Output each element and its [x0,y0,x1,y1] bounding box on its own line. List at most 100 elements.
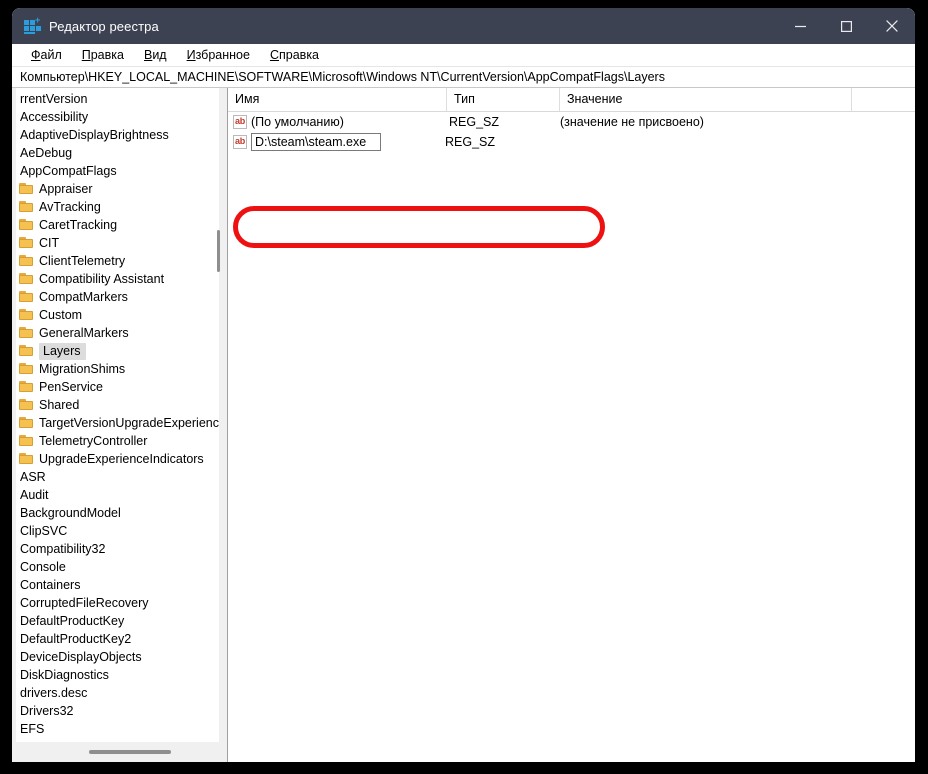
tree-item[interactable]: ASR [16,468,219,486]
registry-tree-list: rrentVersion Accessibility AdaptiveDisplay… [16,90,219,738]
tree-item[interactable]: Audit [16,486,219,504]
folder-icon [19,255,34,267]
folder-icon [19,237,34,249]
folder-icon [19,399,34,411]
tree-item[interactable]: DiskDiagnostics [16,666,219,684]
tree-item[interactable]: GeneralMarkers [16,324,219,342]
tree-item-label: UpgradeExperienceIndicators [39,451,204,466]
tree-item[interactable]: AvTracking [16,198,219,216]
menu-file-label: айл [40,48,62,62]
tree-item-label: EFS [20,721,45,736]
tree-item[interactable]: Custom [16,306,219,324]
tree-item[interactable]: Compatibility Assistant [16,270,219,288]
main-content: rrentVersion Accessibility AdaptiveDisplay… [12,88,915,762]
tree-item[interactable]: AeDebug [16,144,219,162]
tree-item[interactable]: Shared [16,396,219,414]
tree-item[interactable]: TargetVersionUpgradeExperienceIn [16,414,219,432]
tree-item[interactable]: AdaptiveDisplayBrightness [16,126,219,144]
string-value-icon: ab [233,115,247,129]
tree-horizontal-scrollbar[interactable] [16,745,219,759]
tree-item-label: drivers.desc [20,685,88,700]
registry-tree[interactable]: rrentVersion Accessibility AdaptiveDisplay… [16,88,219,742]
tree-item[interactable]: Accessibility [16,108,219,126]
minimize-button[interactable] [777,8,823,44]
menu-help[interactable]: Справка [260,48,329,62]
tree-item-label: Console [20,559,66,574]
close-button[interactable] [869,8,915,44]
tree-item[interactable]: PenService [16,378,219,396]
tree-item[interactable]: Layers [16,342,219,360]
menu-file-accel: Ф [31,48,41,62]
value-name-cell: (По умолчанию) [251,115,344,129]
tree-item[interactable]: drivers.desc [16,684,219,702]
registry-editor-window: + Редактор реестра Файл Правка Вид Избра… [12,8,915,762]
tree-vertical-scrollbar-thumb[interactable] [217,230,220,272]
column-header-extra[interactable] [852,88,912,111]
folder-icon [19,417,34,429]
tree-item[interactable]: Appraiser [16,180,219,198]
tree-item-label: AeDebug [20,145,73,160]
menu-edit[interactable]: Правка [72,48,134,62]
maximize-button[interactable] [823,8,869,44]
tree-item[interactable]: ClientTelemetry [16,252,219,270]
tree-item[interactable]: CIT [16,234,219,252]
tree-item[interactable]: ClipSVC [16,522,219,540]
tree-item-label: CompatMarkers [39,289,128,304]
tree-item[interactable]: AppCompatFlags [16,162,219,180]
menu-favorites-accel: И [186,48,196,62]
tree-horizontal-scrollbar-thumb[interactable] [89,750,171,754]
registry-values-list: ab (По умолчанию) REG_SZ (значение не присв… [228,112,915,152]
tree-item-label: Custom [39,307,83,322]
menu-file[interactable]: Файл [21,48,72,62]
tree-vertical-scrollbar[interactable] [215,88,223,742]
tree-item-label: Layers [39,342,86,360]
address-bar[interactable]: Компьютер\HKEY_LOCAL_MACHINE\SOFTWARE\Mi… [12,67,915,88]
value-row[interactable]: ab (По умолчанию) REG_SZ (значение не присв… [228,112,915,132]
tree-item-label: DiskDiagnostics [20,667,109,682]
folder-icon [19,381,34,393]
folder-icon [19,183,34,195]
tree-item-label: Shared [39,397,80,412]
column-header-value[interactable]: Значение [560,88,852,111]
value-type-cell: REG_SZ [449,115,500,129]
folder-icon [19,327,34,339]
tree-item[interactable]: Compatibility32 [16,540,219,558]
tree-item-label: ClipSVC [20,523,68,538]
tree-item-label: DefaultProductKey [20,613,125,628]
tree-item[interactable]: DefaultProductKey2 [16,630,219,648]
tree-item-label: AdaptiveDisplayBrightness [20,127,169,142]
tree-item[interactable]: DefaultProductKey [16,612,219,630]
tree-item[interactable]: Console [16,558,219,576]
tree-item-label: DeviceDisplayObjects [20,649,142,664]
folder-icon [19,363,34,375]
tree-item[interactable]: CorruptedFileRecovery [16,594,219,612]
menu-favorites-label: збранное [195,48,250,62]
column-header-type[interactable]: Тип [447,88,560,111]
tree-item-label: Containers [20,577,81,592]
tree-item[interactable]: BackgroundModel [16,504,219,522]
value-name-edit-input[interactable] [251,133,381,151]
value-row[interactable]: ab REG_SZ [228,132,915,152]
folder-icon [19,291,34,303]
tree-item[interactable]: TelemetryController [16,432,219,450]
tree-item[interactable]: EFS [16,720,219,738]
tree-item[interactable]: Containers [16,576,219,594]
tree-item[interactable]: Drivers32 [16,702,219,720]
column-header-name[interactable]: Имя [228,88,447,111]
menu-view[interactable]: Вид [134,48,177,62]
menu-view-label: ид [152,48,167,62]
tree-item-label: MigrationShims [39,361,126,376]
folder-icon [19,219,34,231]
tree-item[interactable]: CompatMarkers [16,288,219,306]
menu-help-accel: С [269,48,279,62]
menu-favorites[interactable]: Избранное [177,48,260,62]
tree-item[interactable]: MigrationShims [16,360,219,378]
window-title: Редактор реестра [49,18,159,34]
tree-item[interactable]: rrentVersion [16,90,219,108]
registry-tree-pane: rrentVersion Accessibility AdaptiveDisplay… [12,88,228,762]
tree-item[interactable]: CaretTracking [16,216,219,234]
folder-icon [19,273,34,285]
tree-item[interactable]: UpgradeExperienceIndicators [16,450,219,468]
tree-item[interactable]: DeviceDisplayObjects [16,648,219,666]
tree-item-label: GeneralMarkers [39,325,129,340]
